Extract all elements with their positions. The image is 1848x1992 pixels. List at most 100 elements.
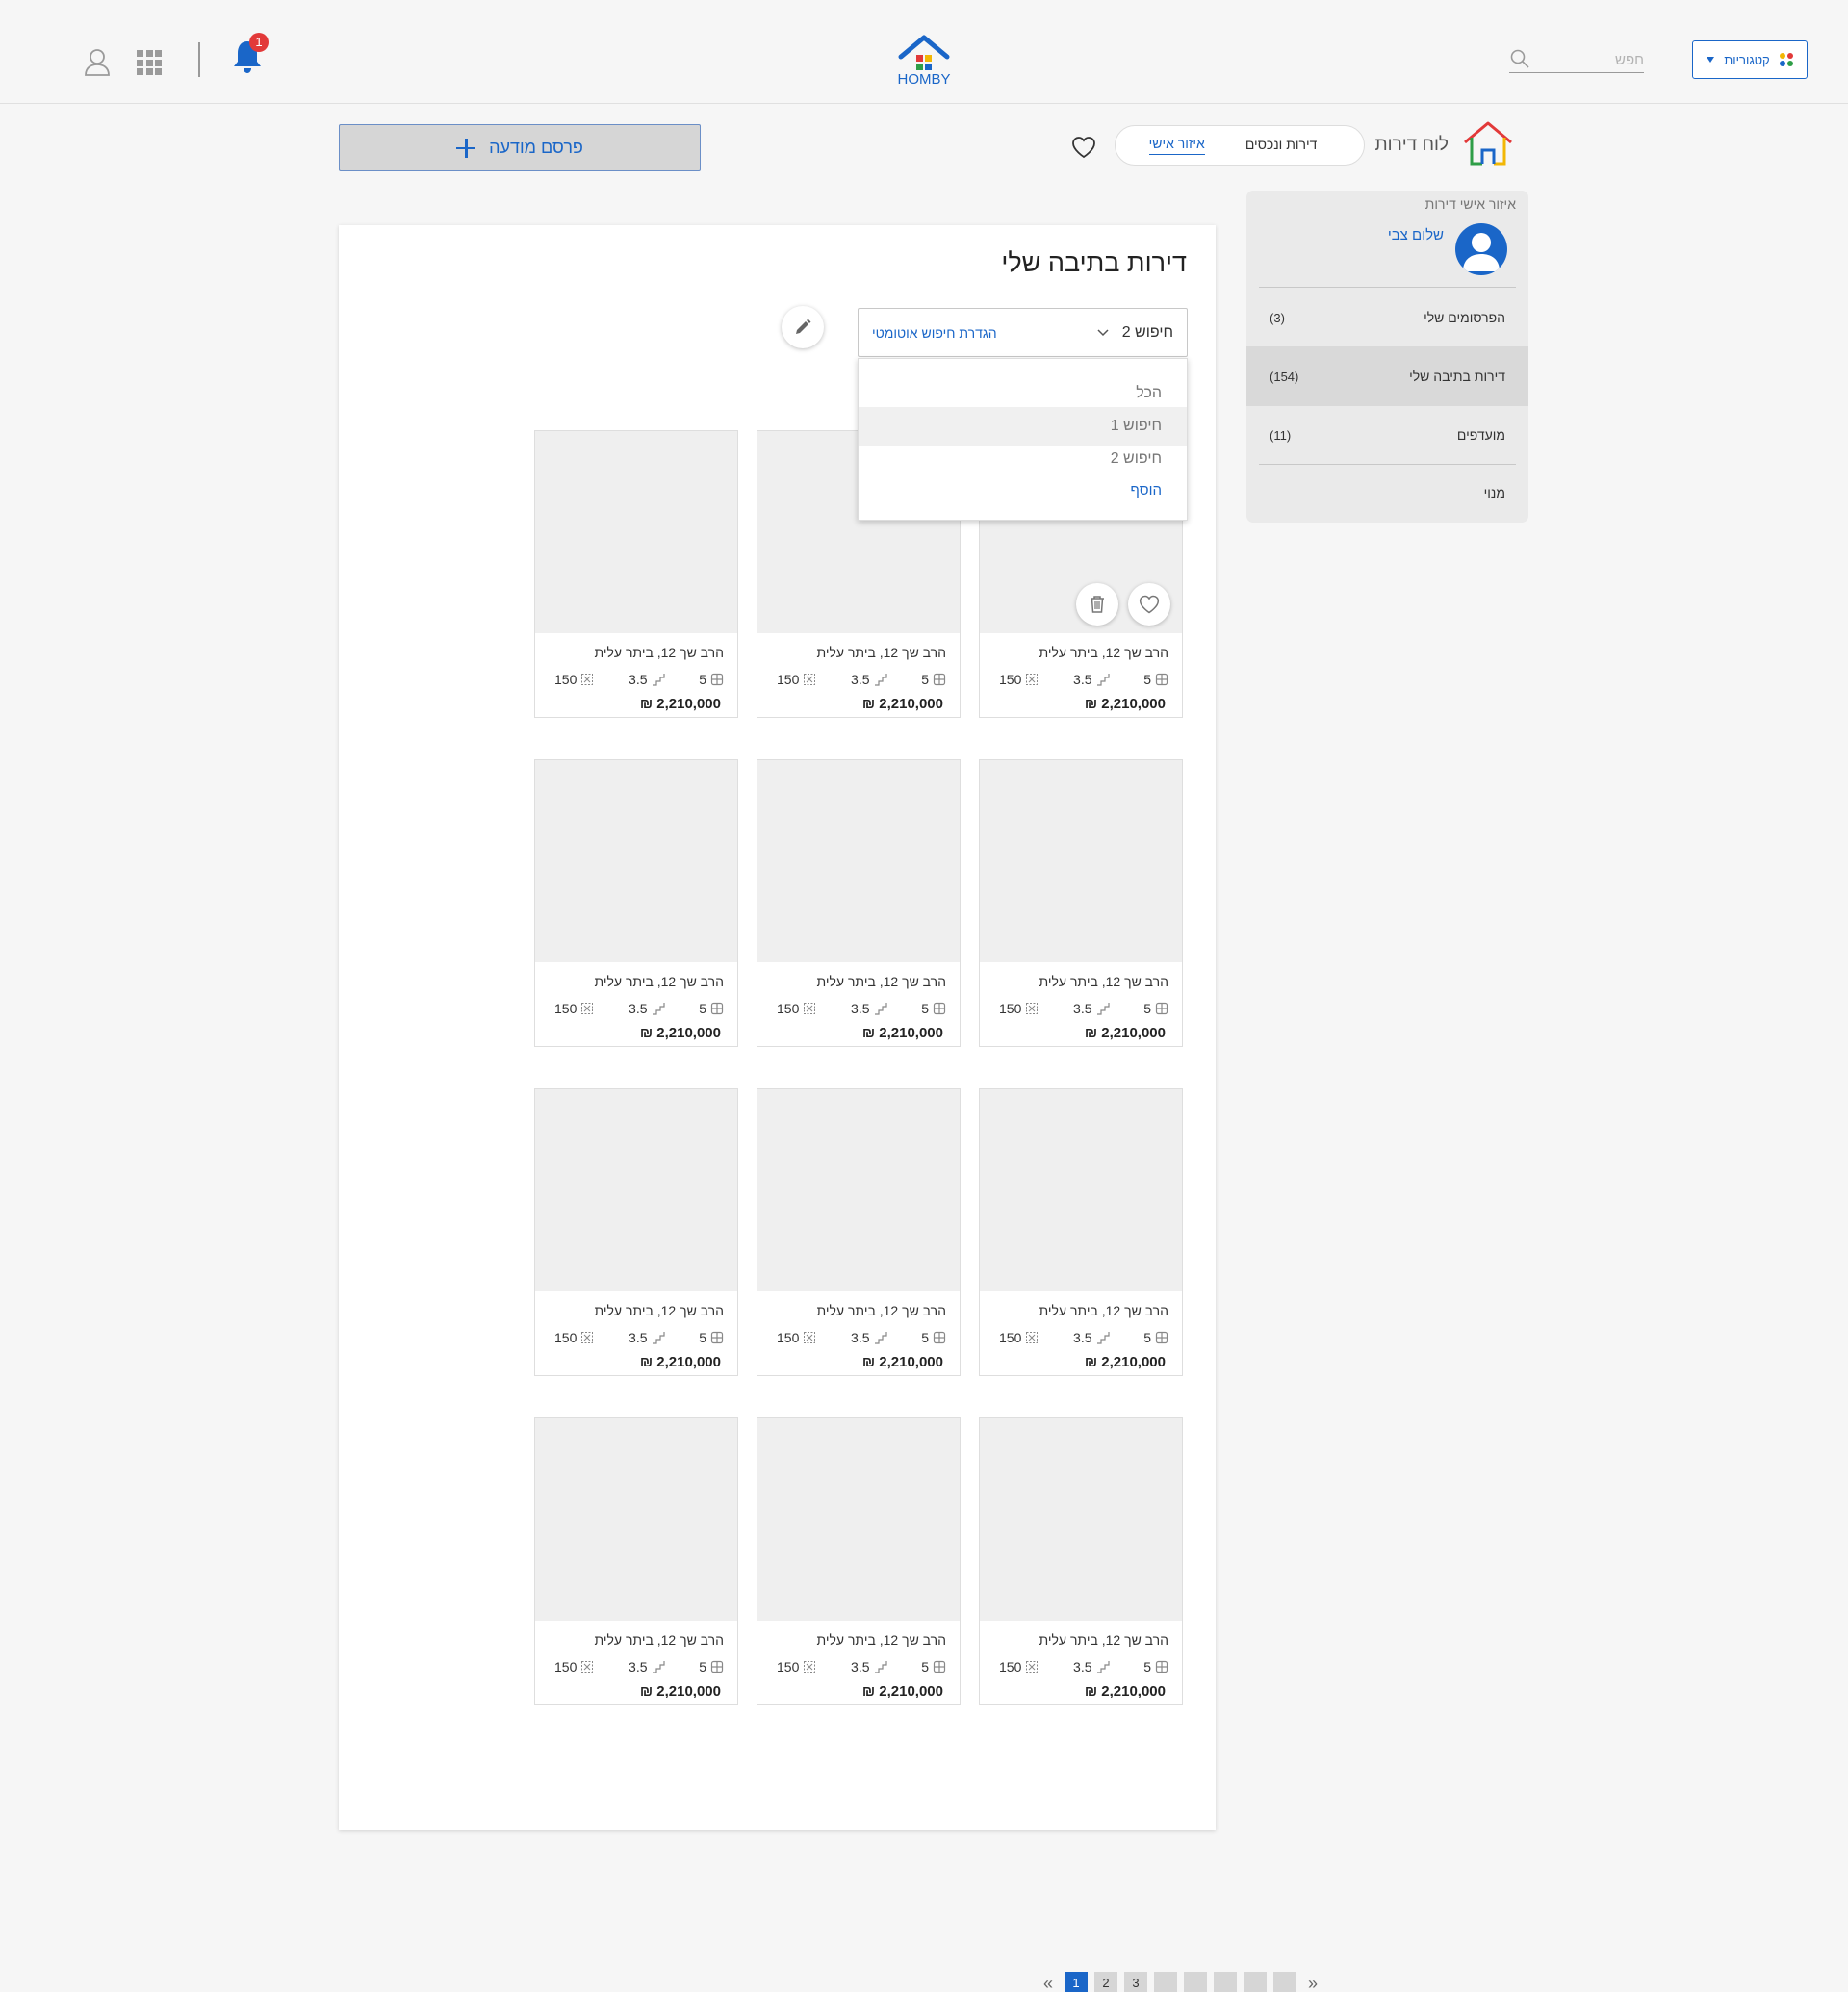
size-spec: 150 <box>554 672 594 687</box>
floor-stairs-icon <box>874 1332 887 1344</box>
user-name[interactable]: שלום צבי <box>1388 227 1444 243</box>
board-house-logo-icon[interactable] <box>1461 119 1515 167</box>
property-image[interactable] <box>980 1418 1182 1621</box>
publish-ad-button[interactable]: פרסם מודעה <box>339 124 701 171</box>
delete-button[interactable] <box>1076 583 1118 626</box>
property-card[interactable]: הרב שך 12, ביתר עלית 5 3.5 150 2,210,000 ₪ <box>979 1417 1183 1705</box>
page-button[interactable]: 2 <box>1094 1972 1117 1992</box>
floor-spec: 3.5 <box>629 1659 665 1674</box>
page-button[interactable] <box>1154 1972 1177 1992</box>
tab-personal-area[interactable]: איזור אישי <box>1148 136 1205 155</box>
property-specs: 5 3.5 150 <box>999 672 1168 687</box>
property-card[interactable]: הרב שך 12, ביתר עלית 5 3.5 150 2,210,000 ₪ <box>979 759 1183 1047</box>
first-page-arrow-icon[interactable]: « <box>1039 1972 1058 1992</box>
sidebar-item-my-posts[interactable]: הפרסומים שלי (3) <box>1246 289 1528 346</box>
property-price: 2,210,000 ₪ <box>861 1025 943 1041</box>
page-button[interactable] <box>1273 1972 1296 1992</box>
area-size-icon <box>804 1332 816 1343</box>
property-image[interactable] <box>535 1089 737 1291</box>
tab-properties[interactable]: דירות ונכסים <box>1245 137 1318 155</box>
search-icon[interactable] <box>1509 48 1530 69</box>
size-spec: 150 <box>554 1330 594 1345</box>
area-size-icon <box>1026 1003 1039 1014</box>
size-spec: 150 <box>999 1659 1039 1674</box>
size-spec: 150 <box>777 1001 816 1016</box>
property-image[interactable] <box>980 760 1182 962</box>
categories-button[interactable]: קטגוריות <box>1692 40 1808 79</box>
search-input[interactable] <box>1538 48 1644 71</box>
floor-stairs-icon <box>1096 674 1110 686</box>
property-specs: 5 3.5 150 <box>999 1001 1168 1016</box>
property-card[interactable]: הרב שך 12, ביתר עלית 5 3.5 150 2,210,000 ₪ <box>757 759 961 1047</box>
sidebar-item-my-inbox[interactable]: דירות בתיבה שלי (154) <box>1246 346 1528 406</box>
avatar[interactable] <box>1455 223 1507 275</box>
user-avatar-icon <box>1463 233 1500 271</box>
categories-grid-icon <box>1780 53 1793 66</box>
property-address: הרב שך 12, ביתר עלית <box>1039 974 1168 989</box>
sidebar-item-favorites[interactable]: מועדפים (11) <box>1246 406 1528 464</box>
personal-area-sidebar: איזור אישי דירות שלום צבי הפרסומים שלי (… <box>1246 191 1528 523</box>
rooms-spec: 5 <box>699 672 724 687</box>
card-actions <box>1076 583 1170 626</box>
property-image[interactable] <box>535 1418 737 1621</box>
property-image[interactable] <box>535 760 737 962</box>
heart-icon[interactable] <box>1070 135 1097 160</box>
size-value: 150 <box>999 1001 1022 1016</box>
size-spec: 150 <box>554 1001 594 1016</box>
saved-search-select[interactable]: חיפוש 2 הגדרת חיפוש אוטומטי <box>858 308 1188 357</box>
rooms-spec: 5 <box>1143 1001 1168 1016</box>
floor-value: 3.5 <box>851 1001 870 1016</box>
rooms-icon <box>710 1331 724 1344</box>
area-size-icon <box>804 674 816 685</box>
auto-search-settings-link[interactable]: הגדרת חיפוש אוטומטי <box>872 325 997 341</box>
floor-spec: 3.5 <box>1073 1001 1110 1016</box>
rooms-value: 5 <box>699 1001 706 1016</box>
apps-grid-icon[interactable] <box>137 50 162 75</box>
size-spec: 150 <box>777 1330 816 1345</box>
property-address: הרב שך 12, ביתר עלית <box>1039 1632 1168 1647</box>
favorite-button[interactable] <box>1128 583 1170 626</box>
size-spec: 150 <box>999 1001 1039 1016</box>
property-image[interactable] <box>535 431 737 633</box>
property-card[interactable]: הרב שך 12, ביתר עלית 5 3.5 150 2,210,000 ₪ <box>534 430 738 718</box>
page-button[interactable] <box>1244 1972 1267 1992</box>
page-button[interactable]: 1 <box>1065 1972 1088 1992</box>
page-button[interactable] <box>1184 1972 1207 1992</box>
edit-search-button[interactable] <box>782 306 824 348</box>
property-specs: 5 3.5 150 <box>777 1001 946 1016</box>
property-card[interactable]: הרב שך 12, ביתר עלית 5 3.5 150 2,210,000 ₪ <box>757 1088 961 1376</box>
sidebar-item-label: מנוי <box>1483 485 1505 500</box>
property-image[interactable] <box>980 1089 1182 1291</box>
property-image[interactable] <box>757 760 960 962</box>
property-card[interactable]: הרב שך 12, ביתר עלית 5 3.5 150 2,210,000 ₪ <box>534 1417 738 1705</box>
floor-stairs-icon <box>652 674 665 686</box>
page-title: דירות בתיבה שלי <box>1001 248 1187 277</box>
user-profile-icon[interactable] <box>83 46 112 77</box>
page-button[interactable]: 3 <box>1124 1972 1147 1992</box>
selected-search-label: חיפוש 2 <box>1121 323 1173 341</box>
property-address: הרב שך 12, ביתר עלית <box>594 974 724 989</box>
search-field[interactable] <box>1509 48 1644 73</box>
rooms-spec: 5 <box>921 1330 946 1345</box>
dropdown-add-button[interactable]: הוסף <box>859 471 1187 509</box>
size-value: 150 <box>777 672 800 687</box>
pencil-icon <box>796 319 811 334</box>
property-card[interactable]: הרב שך 12, ביתר עלית 5 3.5 150 2,210,000 ₪ <box>534 1088 738 1376</box>
property-card[interactable]: הרב שך 12, ביתר עלית 5 3.5 150 2,210,000 ₪ <box>534 759 738 1047</box>
floor-spec: 3.5 <box>851 672 887 687</box>
property-image[interactable] <box>757 1418 960 1621</box>
sidebar-item-subscription[interactable]: מנוי <box>1246 464 1528 522</box>
sidebar-item-label: הפרסומים שלי <box>1424 310 1505 325</box>
sidebar-item-count: (154) <box>1270 369 1299 384</box>
rooms-spec: 5 <box>1143 1659 1168 1674</box>
property-card[interactable]: הרב שך 12, ביתר עלית 5 3.5 150 2,210,000 ₪ <box>757 1417 961 1705</box>
page-button[interactable] <box>1214 1972 1237 1992</box>
area-size-icon <box>1026 674 1039 685</box>
rooms-value: 5 <box>921 1659 929 1674</box>
property-card[interactable]: הרב שך 12, ביתר עלית 5 3.5 150 2,210,000 ₪ <box>979 1088 1183 1376</box>
floor-stairs-icon <box>1096 1003 1110 1015</box>
area-size-icon <box>581 674 594 685</box>
last-page-arrow-icon[interactable]: » <box>1303 1972 1322 1992</box>
property-image[interactable] <box>757 1089 960 1291</box>
rooms-value: 5 <box>699 1659 706 1674</box>
